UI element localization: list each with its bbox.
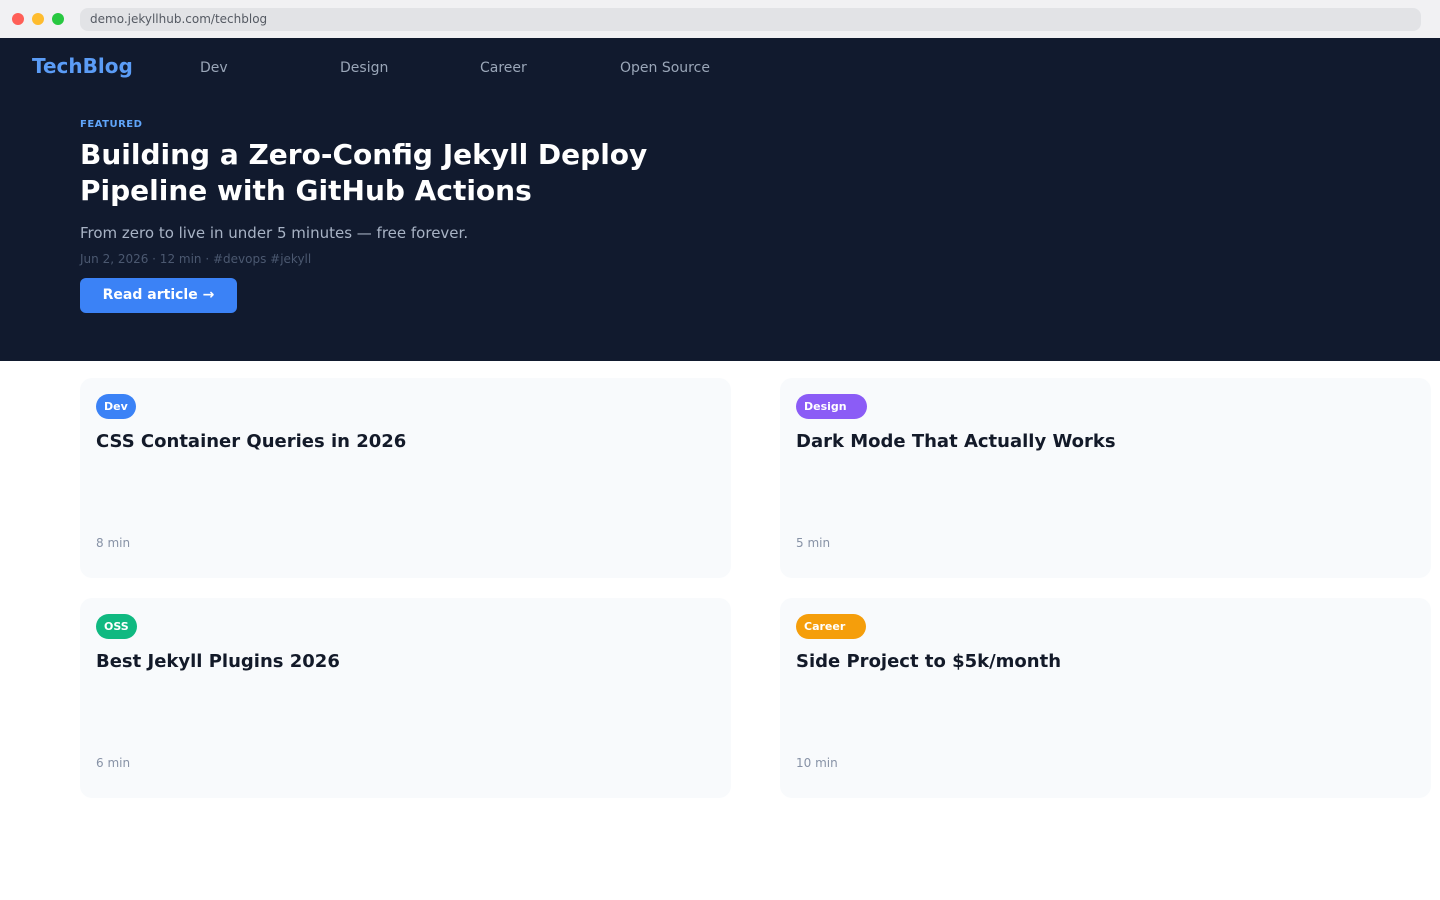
article-card[interactable]: Career Side Project to $5k/month 10 min: [780, 598, 1431, 798]
close-window-icon[interactable]: [12, 13, 24, 25]
article-title[interactable]: Best Jekyll Plugins 2026: [96, 651, 340, 672]
article-title[interactable]: CSS Container Queries in 2026: [96, 431, 406, 452]
category-badge[interactable]: OSS: [96, 614, 137, 639]
featured-subtitle: From zero to live in under 5 minutes — f…: [80, 224, 469, 242]
nav-link-dev[interactable]: Dev: [200, 60, 228, 76]
category-badge[interactable]: Career: [796, 614, 867, 639]
nav-link-career[interactable]: Career: [480, 60, 527, 76]
hero-section: TechBlog Dev Design Career Open Source F…: [0, 38, 1440, 361]
category-badge[interactable]: Dev: [96, 394, 136, 419]
article-card[interactable]: Design Dark Mode That Actually Works 5 m…: [780, 378, 1431, 578]
address-bar[interactable]: demo.jekyllhub.com/techblog: [80, 8, 1421, 31]
article-card[interactable]: Dev CSS Container Queries in 2026 8 min: [80, 378, 731, 578]
nav-link-design[interactable]: Design: [340, 60, 388, 76]
read-article-button[interactable]: Read article →: [80, 278, 237, 313]
category-badge[interactable]: Design: [796, 394, 867, 419]
featured-label: FEATURED: [80, 119, 143, 130]
minimize-window-icon[interactable]: [32, 13, 44, 25]
site-logo[interactable]: TechBlog: [32, 54, 133, 78]
read-time: 10 min: [796, 756, 838, 770]
read-time: 6 min: [96, 756, 131, 770]
read-time: 8 min: [96, 536, 131, 550]
article-card[interactable]: OSS Best Jekyll Plugins 2026 6 min: [80, 598, 731, 798]
featured-meta: Jun 2, 2026 · 12 min · #devops #jekyll: [80, 252, 312, 266]
nav-link-open-source[interactable]: Open Source: [620, 60, 710, 76]
article-title[interactable]: Dark Mode That Actually Works: [796, 431, 1116, 452]
featured-title[interactable]: Building a Zero-Config Jekyll Deploy Pip…: [80, 137, 700, 209]
maximize-window-icon[interactable]: [52, 13, 64, 25]
article-title[interactable]: Side Project to $5k/month: [796, 651, 1061, 672]
read-time: 5 min: [796, 536, 831, 550]
browser-chrome: demo.jekyllhub.com/techblog: [0, 0, 1440, 38]
